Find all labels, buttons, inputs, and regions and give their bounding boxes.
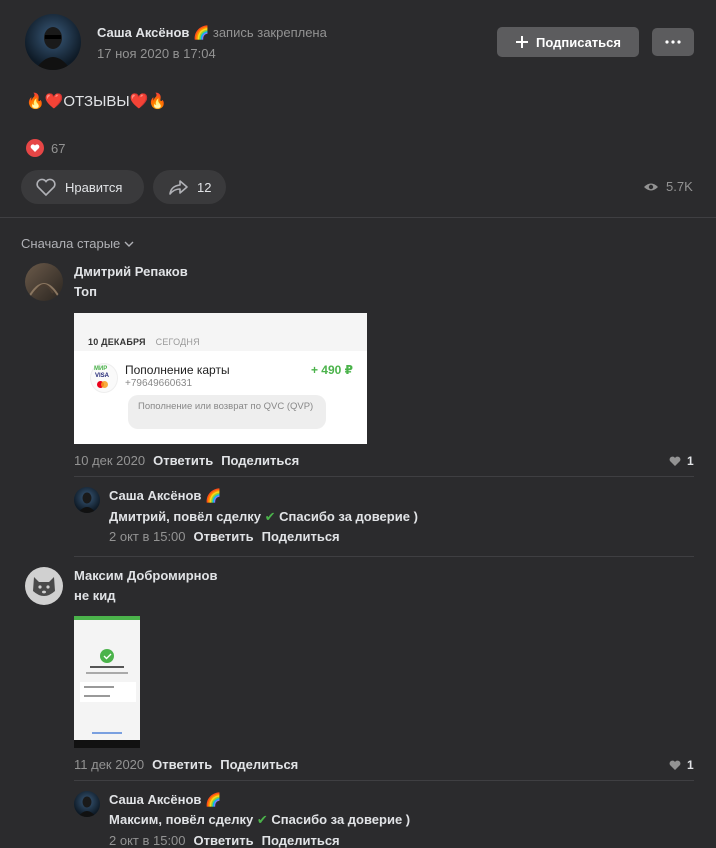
more-dots-icon	[665, 40, 681, 44]
reply-author[interactable]: Саша Аксёнов	[109, 488, 201, 503]
reply-text-main: Максим, повёл сделку	[109, 812, 254, 827]
comment-avatar-deactivated[interactable]	[25, 567, 63, 605]
rainbow-emoji: 🌈	[205, 792, 222, 807]
comment-divider	[74, 476, 694, 477]
payment-title: Пополнение карты	[125, 363, 230, 377]
payment-note: Пополнение или возврат по QVC (QVP)	[128, 395, 326, 429]
reply-meta: 2 окт в 15:00 Ответить Поделиться	[109, 529, 340, 544]
comment-meta: 10 дек 2020 Ответить Поделиться	[74, 453, 299, 468]
avatar-image	[28, 283, 60, 298]
payment-phone: +79649660631	[125, 378, 193, 389]
share-link[interactable]: Поделиться	[262, 833, 340, 848]
heart-icon	[669, 456, 681, 466]
plus-icon	[515, 36, 528, 48]
share-link[interactable]: Поделиться	[220, 757, 298, 772]
comment-text: Топ	[74, 284, 97, 299]
reply-meta: 2 окт в 15:00 Ответить Поделиться	[109, 833, 340, 848]
comment-like-count: 1	[687, 454, 694, 468]
like-button[interactable]: Нравится	[21, 170, 144, 204]
reply-text-thanks: Спасибо за доверие )	[271, 812, 411, 827]
reply-date[interactable]: 2 окт в 15:00	[109, 529, 186, 544]
eye-icon	[644, 183, 658, 190]
payment-amount: + 490 ₽	[310, 363, 353, 377]
reply-link[interactable]: Ответить	[194, 833, 254, 848]
subscribe-label: Подписаться	[535, 34, 621, 50]
comment-divider	[74, 780, 694, 781]
share-count: 12	[197, 179, 212, 195]
comment-like-button[interactable]: 1	[669, 758, 694, 772]
comment-meta: 11 дек 2020 Ответить Поделиться	[74, 757, 298, 772]
post-header-line: Саша Аксёнов 🌈 запись закреплена	[97, 25, 327, 41]
views-counter: 5.7K	[643, 179, 693, 194]
avatar-image	[35, 27, 71, 70]
reply-link[interactable]: Ответить	[153, 453, 213, 468]
comment-like-button[interactable]: 1	[669, 454, 694, 468]
card-logo-icon: МИР VISA	[90, 363, 118, 393]
comment-author[interactable]: Дмитрий Репаков	[74, 264, 188, 279]
post-author-avatar[interactable]	[25, 14, 81, 70]
reactions-summary[interactable]: 67	[26, 139, 65, 157]
comment-divider	[74, 556, 694, 557]
phone-screenshot-image[interactable]	[74, 616, 140, 748]
rainbow-emoji: 🌈	[205, 488, 222, 503]
heart-outline-icon	[36, 178, 56, 197]
reply-avatar[interactable]	[74, 487, 100, 513]
comment-date[interactable]: 11 дек 2020	[74, 757, 144, 772]
post-divider	[0, 217, 716, 218]
comment-date[interactable]: 10 дек 2020	[74, 453, 145, 468]
share-arrow-icon	[169, 180, 188, 195]
comments-sort-dropdown[interactable]: Сначала старые	[21, 236, 134, 251]
check-mark-icon: ✔	[256, 812, 268, 827]
share-link[interactable]: Поделиться	[262, 529, 340, 544]
reply-header: Саша Аксёнов 🌈	[109, 792, 221, 808]
post-date[interactable]: 17 ноя 2020 в 17:04	[97, 46, 216, 61]
chevron-down-icon	[124, 241, 134, 247]
share-button[interactable]: 12	[153, 170, 226, 204]
like-label: Нравится	[65, 179, 123, 195]
reactions-count: 67	[51, 140, 66, 156]
heart-icon	[669, 760, 681, 770]
reply-link[interactable]: Ответить	[152, 757, 212, 772]
avatar-image	[78, 492, 96, 513]
reply-text-thanks: Спасибо за доверие )	[279, 509, 418, 524]
reply-text: Дмитрий, повёл сделку ✔ Спасибо за довер…	[109, 509, 418, 525]
payment-card: МИР VISA Пополнение карты +79649660631 +…	[74, 351, 367, 444]
avatar-image	[78, 796, 96, 817]
reply-avatar[interactable]	[74, 791, 100, 817]
comment-author[interactable]: Максим Добромирнов	[74, 568, 217, 583]
dog-avatar-icon	[33, 577, 55, 596]
heart-reaction-icon	[26, 139, 44, 157]
reply-header: Саша Аксёнов 🌈	[109, 488, 221, 504]
reply-author[interactable]: Саша Аксёнов	[109, 792, 201, 807]
post-text: 🔥❤️ОТЗЫВЫ❤️🔥	[26, 93, 167, 110]
payment-screenshot-image[interactable]: 10 ДЕКАБРЯ СЕГОДНЯ МИР VISA Пополнение ка…	[74, 313, 367, 444]
comment-like-count: 1	[687, 758, 694, 772]
views-count: 5.7K	[666, 179, 693, 194]
reply-link[interactable]: Ответить	[194, 529, 254, 544]
reply-text: Максим, повёл сделку ✔ Спасибо за довери…	[109, 812, 410, 828]
reply-text-main: Дмитрий, повёл сделку	[109, 509, 261, 524]
payment-date-header: 10 ДЕКАБРЯ СЕГОДНЯ	[88, 337, 200, 347]
comment-text: не кид	[74, 588, 116, 603]
more-options-button[interactable]	[652, 28, 694, 56]
share-link[interactable]: Поделиться	[221, 453, 299, 468]
rainbow-emoji: 🌈	[193, 25, 210, 40]
post-author-name[interactable]: Саша Аксёнов	[97, 25, 189, 40]
subscribe-button[interactable]: Подписаться	[497, 27, 639, 57]
sort-label: Сначала старые	[21, 236, 121, 251]
reply-date[interactable]: 2 окт в 15:00	[109, 833, 186, 848]
pinned-label: запись закреплена	[212, 25, 327, 40]
comment-avatar[interactable]	[25, 263, 63, 301]
check-mark-icon: ✔	[264, 509, 276, 524]
